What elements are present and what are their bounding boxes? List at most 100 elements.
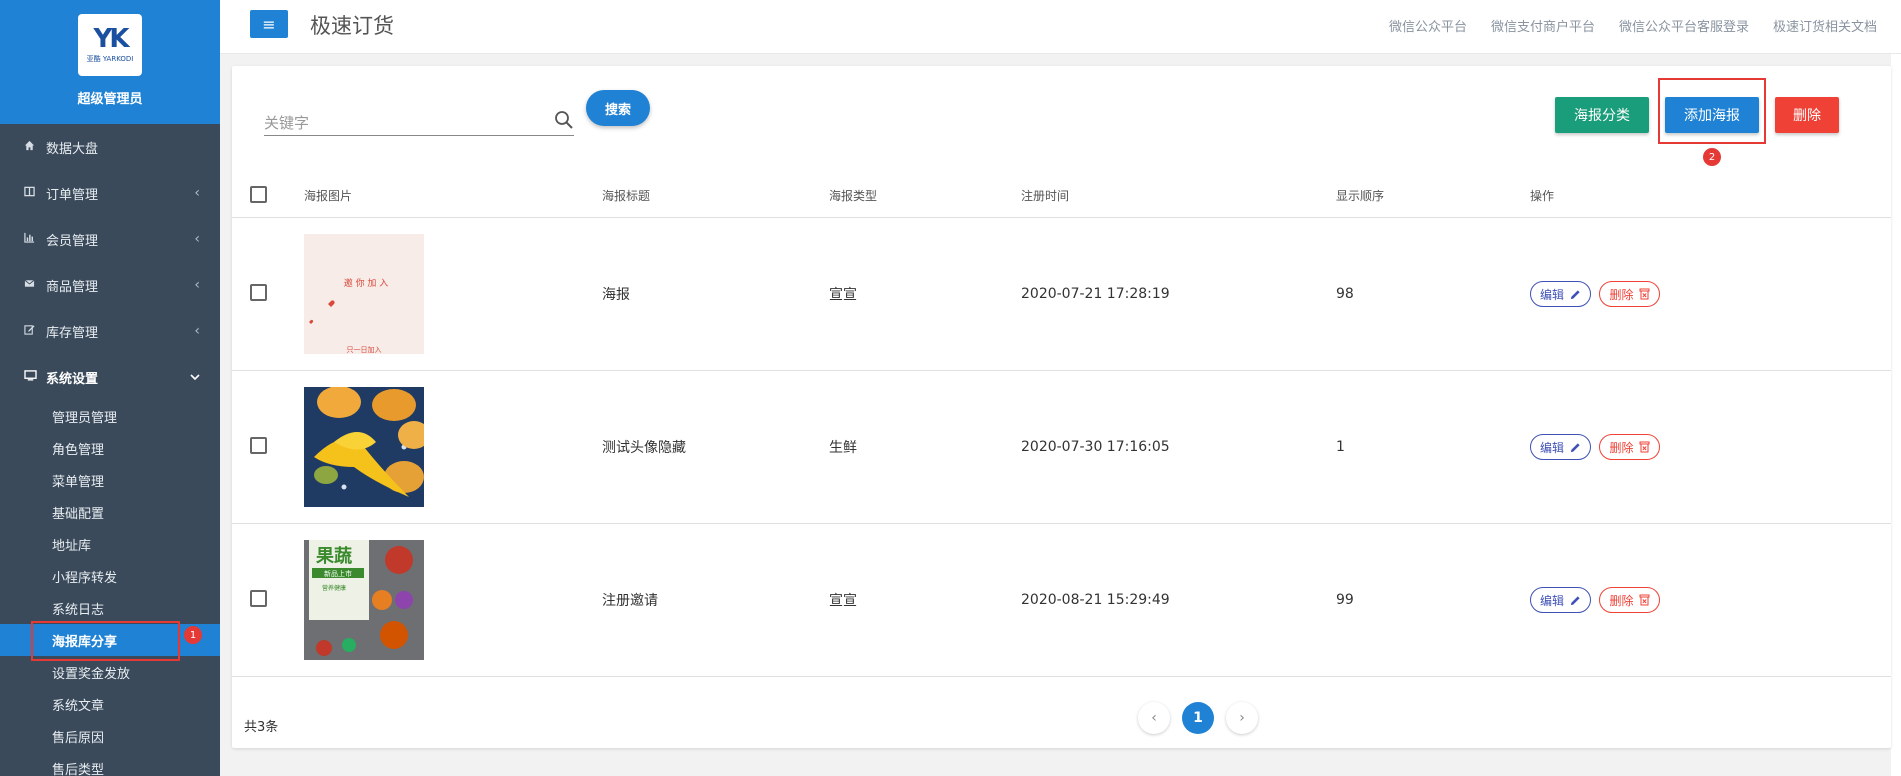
- scrollbar-track[interactable]: [1891, 54, 1901, 776]
- submenu-item-admin[interactable]: 管理员管理: [0, 400, 220, 432]
- header-links: 微信公众平台 微信支付商户平台 微信公众平台客服登录 极速订货相关文档: [1389, 16, 1877, 35]
- envelope-icon: [24, 278, 40, 292]
- submenu-item-system-log[interactable]: 系统日志: [0, 592, 220, 624]
- logo-subtext: 亚酷 YARKODI: [86, 55, 134, 63]
- delete-label: 删除: [1609, 440, 1634, 455]
- poster-title: 海报: [602, 287, 630, 303]
- pencil-icon: [1570, 442, 1580, 452]
- delete-row-button[interactable]: 删除: [1599, 587, 1661, 613]
- poster-category-button[interactable]: 海报分类: [1555, 97, 1649, 133]
- sidebar-item-label: 数据大盘: [46, 141, 99, 157]
- row-actions: 编辑 删除: [1530, 281, 1891, 307]
- pagination: ‹ 1 ›: [1138, 702, 1258, 734]
- sidebar-item-products[interactable]: 商品管理 ‹: [0, 262, 220, 308]
- chevron-left-icon: ‹: [194, 277, 200, 293]
- sidebar-item-inventory[interactable]: 库存管理 ‹: [0, 308, 220, 354]
- submenu-item-menus[interactable]: 菜单管理: [0, 464, 220, 496]
- column-header: 显示顺序: [1336, 189, 1385, 203]
- edit-button[interactable]: 编辑: [1530, 587, 1592, 613]
- sidebar-item-system-settings[interactable]: 系统设置: [0, 354, 220, 400]
- row-checkbox[interactable]: [250, 436, 267, 454]
- poster-title: 注册邀请: [602, 593, 658, 609]
- register-time: 2020-07-30 17:16:05: [1021, 439, 1170, 455]
- sidebar-item-members[interactable]: 会员管理 ‹: [0, 216, 220, 262]
- poster-type: 生鲜: [829, 440, 857, 456]
- sidebar-item-label: 系统设置: [46, 371, 99, 387]
- sidebar-item-label: 会员管理: [46, 233, 99, 249]
- user-name: 超级管理员: [77, 92, 143, 107]
- submenu-item-articles[interactable]: 系统文章: [0, 688, 220, 720]
- edit-icon: [24, 324, 40, 338]
- search-button[interactable]: 搜索: [586, 90, 650, 126]
- top-header: ≡ 极速订货 微信公众平台 微信支付商户平台 微信公众平台客服登录 极速订货相关…: [220, 0, 1901, 54]
- submenu-item-address-library[interactable]: 地址库: [0, 528, 220, 560]
- display-order: 1: [1336, 439, 1345, 455]
- step-badge-2: 2: [1703, 148, 1721, 166]
- poster-type: 宣宣: [829, 593, 857, 609]
- edit-button[interactable]: 编辑: [1530, 434, 1592, 460]
- home-icon: [24, 140, 40, 154]
- chevron-left-icon: ‹: [194, 323, 200, 339]
- menu-toggle-button[interactable]: ≡: [250, 10, 288, 38]
- edit-label: 编辑: [1540, 287, 1565, 302]
- register-time: 2020-07-21 17:28:19: [1021, 286, 1170, 302]
- trash-icon: [1639, 288, 1650, 300]
- search-icon[interactable]: [554, 110, 574, 130]
- sidebar-header: YK 亚酷 YARKODI 超级管理员: [0, 0, 220, 124]
- table-row: 邀 你 加 入 只一日加入 海报 宣宣 2020-07-21 17:28:19 …: [232, 218, 1891, 371]
- column-header: 海报图片: [304, 189, 353, 203]
- chevron-left-icon: ‹: [194, 231, 200, 247]
- submenu-item-roles[interactable]: 角色管理: [0, 432, 220, 464]
- delete-row-button[interactable]: 删除: [1599, 281, 1661, 307]
- link-docs[interactable]: 极速订货相关文档: [1773, 16, 1877, 35]
- prev-page-button[interactable]: ‹: [1138, 702, 1170, 734]
- display-order: 99: [1336, 592, 1354, 608]
- row-checkbox[interactable]: [250, 589, 267, 607]
- delete-row-button[interactable]: 删除: [1599, 434, 1661, 460]
- submenu: 管理员管理 角色管理 菜单管理 基础配置 地址库 小程序转发 系统日志 海报库分…: [0, 400, 220, 776]
- thumbnail-footer: 只一日加入: [347, 345, 382, 354]
- next-page-button[interactable]: ›: [1226, 702, 1258, 734]
- search-input[interactable]: [264, 112, 544, 134]
- trash-icon: [1639, 594, 1650, 606]
- chevron-down-icon: [190, 369, 200, 385]
- columns-icon: [24, 186, 40, 200]
- register-time: 2020-08-21 15:29:49: [1021, 592, 1170, 608]
- thumbnail-title: 果蔬: [315, 546, 352, 567]
- total-count: 共3条: [244, 720, 279, 735]
- poster-thumbnail[interactable]: 果蔬 新品上市 营养健康: [304, 540, 424, 660]
- link-wechat-official[interactable]: 微信公众平台: [1389, 16, 1467, 35]
- sidebar-item-dashboard[interactable]: 数据大盘: [0, 124, 220, 170]
- delete-button[interactable]: 删除: [1775, 97, 1839, 133]
- pencil-icon: [1570, 595, 1580, 605]
- submenu-item-miniprogram-forward[interactable]: 小程序转发: [0, 560, 220, 592]
- sidebar-item-orders[interactable]: 订单管理 ‹: [0, 170, 220, 216]
- submenu-item-aftersale-type[interactable]: 售后类型: [0, 752, 220, 776]
- highlight-box-1: [31, 621, 180, 661]
- poster-title: 测试头像隐藏: [602, 440, 686, 456]
- chevron-left-icon: ‹: [194, 185, 200, 201]
- column-header: 海报类型: [829, 189, 878, 203]
- poster-list-card: 搜索 海报分类 添加海报 删除 海报图片 海报标题 海报类型 注册时间 显示顺序…: [232, 66, 1891, 748]
- sidebar-menu: 数据大盘 订单管理 ‹ 会员管理 ‹ 商品管理 ‹ 库存管理 ‹ 系统设置: [0, 124, 220, 400]
- select-all-checkbox[interactable]: [250, 185, 267, 203]
- column-header: 注册时间: [1021, 189, 1070, 203]
- poster-thumbnail[interactable]: [304, 387, 424, 507]
- highlight-box-2: [1658, 78, 1766, 144]
- poster-table: 海报图片 海报标题 海报类型 注册时间 显示顺序 操作 邀 你 加 入 只一日加…: [232, 174, 1891, 677]
- display-order: 98: [1336, 286, 1354, 302]
- sidebar-item-label: 库存管理: [46, 325, 99, 341]
- link-wechat-service-login[interactable]: 微信公众平台客服登录: [1619, 16, 1749, 35]
- row-checkbox[interactable]: [250, 283, 267, 301]
- pencil-icon: [1570, 289, 1580, 299]
- submenu-item-basic-config[interactable]: 基础配置: [0, 496, 220, 528]
- row-actions: 编辑 删除: [1530, 587, 1891, 613]
- delete-label: 删除: [1609, 593, 1634, 608]
- page-button-current[interactable]: 1: [1182, 702, 1214, 734]
- poster-thumbnail[interactable]: 邀 你 加 入 只一日加入: [304, 234, 424, 354]
- link-wechat-pay-merchant[interactable]: 微信支付商户平台: [1491, 16, 1595, 35]
- edit-button[interactable]: 编辑: [1530, 281, 1592, 307]
- thumbnail-subtitle: 新品上市: [324, 569, 352, 578]
- bar-chart-icon: [24, 232, 40, 246]
- submenu-item-aftersale-reason[interactable]: 售后原因: [0, 720, 220, 752]
